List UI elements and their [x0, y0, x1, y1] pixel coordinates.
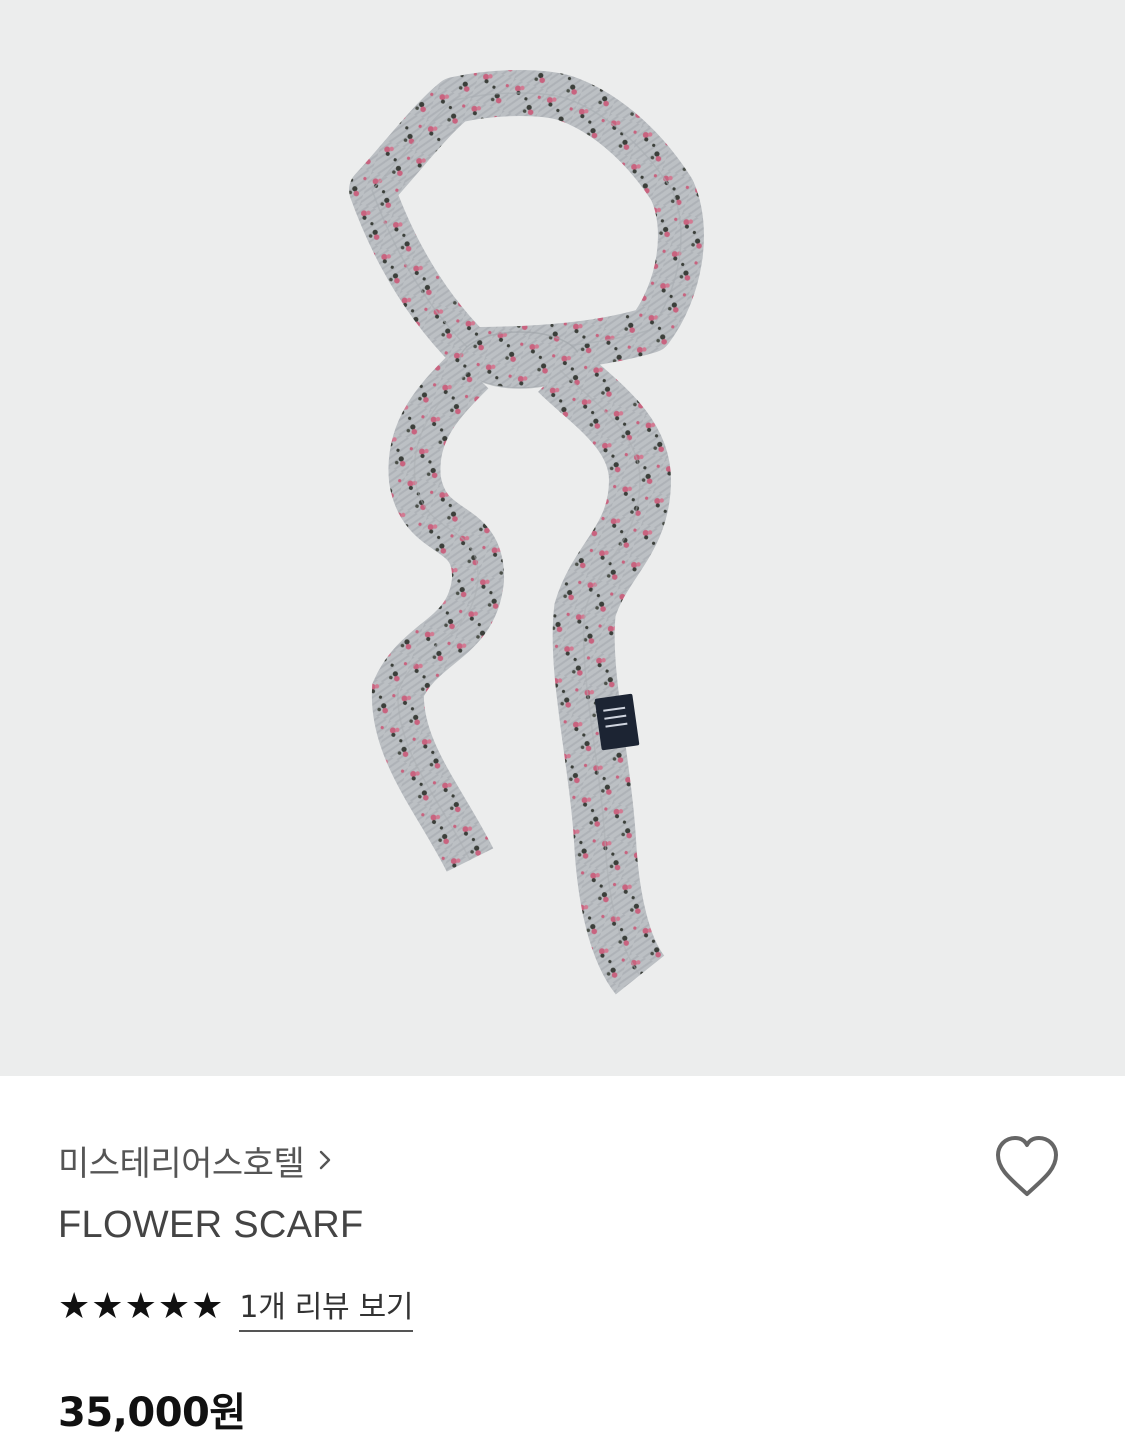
heart-outline-icon — [996, 1136, 1058, 1196]
star-icon: ★ — [191, 1286, 224, 1327]
wishlist-button[interactable] — [992, 1134, 1062, 1200]
star-rating: ★ ★ ★ ★ ★ — [58, 1289, 223, 1325]
star-icon: ★ — [157, 1286, 191, 1327]
brand-name: 미스테리어스호텔 — [58, 1143, 305, 1184]
product-image[interactable] — [0, 0, 1125, 1076]
rating-row: ★ ★ ★ ★ ★ 1개 리뷰 보기 — [58, 1282, 413, 1332]
star-icon: ★ — [91, 1286, 124, 1327]
star-icon: ★ — [124, 1286, 157, 1327]
chevron-right-icon — [320, 1150, 331, 1170]
star-icon: ★ — [58, 1286, 91, 1327]
view-reviews-link[interactable]: 1개 리뷰 보기 — [239, 1282, 413, 1332]
scarf-illustration — [349, 70, 704, 995]
product-price: 35,000원 — [58, 1390, 246, 1436]
product-info-panel: 미스테리어스호텔 FLOWER SCARF ★ ★ ★ ★ ★ 1개 리뷰 보기… — [0, 1076, 1125, 1450]
scarf-label-tag — [594, 693, 640, 751]
brand-link[interactable]: 미스테리어스호텔 — [58, 1138, 332, 1184]
product-title: FLOWER SCARF — [58, 1204, 364, 1246]
